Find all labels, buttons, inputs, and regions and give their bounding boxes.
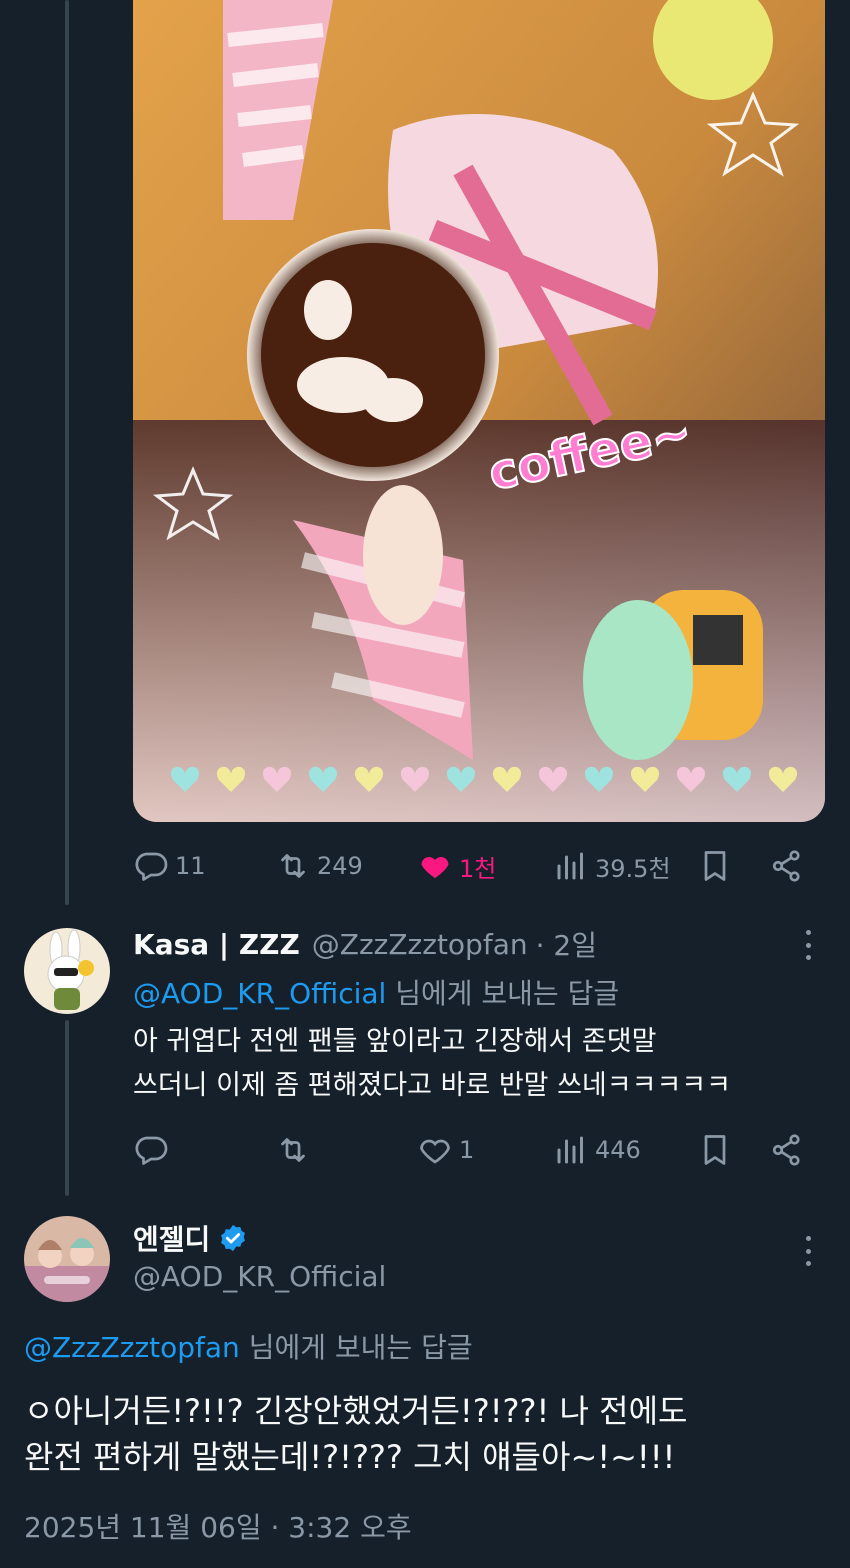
main-author-name-row: 엔젤디: [133, 1218, 248, 1258]
reply-count: 11: [175, 852, 206, 880]
views-chart-icon: [557, 852, 583, 880]
reply-text-line: 쓰더니 이제 좀 편해졌다고 바로 반말 쓰네ㅋㅋㅋㅋㅋ: [133, 1070, 731, 1101]
anime-coffee-illustration: coffee~: [133, 0, 825, 822]
tweet-timestamp[interactable]: 2025년 11월 06일 · 3:32 오후: [24, 1506, 412, 1546]
verified-badge-icon: [221, 1224, 246, 1252]
view-count: 446: [595, 1136, 641, 1164]
heart-filled-icon: [421, 857, 449, 878]
reply-author-avatar[interactable]: [24, 928, 110, 1014]
reply-author-handle[interactable]: @ZzzZzztopfan: [312, 928, 528, 961]
main-tweet-text: ㅇ아니거든!?!!? 긴장안했었거든!?!??! 나 전에도 완전 편하게 말했…: [24, 1388, 687, 1480]
heart-outline-icon: [420, 1139, 450, 1164]
bookmark-icon: [704, 851, 726, 881]
main-author-avatar[interactable]: [24, 1216, 110, 1302]
reply-to-suffix: 님에게 보내는 답글: [248, 1331, 473, 1364]
like-button[interactable]: 1천: [417, 836, 496, 896]
view-count: 39.5천: [595, 854, 671, 883]
reply-author-name[interactable]: Kasa | ZZZ: [133, 928, 300, 961]
reply-to-mention-link[interactable]: @AOD_KR_Official: [133, 977, 386, 1010]
views-button[interactable]: 446: [553, 1120, 641, 1180]
bookmark-button[interactable]: [697, 1120, 733, 1180]
more-options-icon[interactable]: [802, 1236, 814, 1266]
reply-icon: [135, 1136, 168, 1165]
thread-connector-line: [65, 1020, 69, 1196]
reply-button[interactable]: [133, 1120, 175, 1180]
main-author-handle[interactable]: @AOD_KR_Official: [133, 1260, 386, 1293]
reply-text-line: 아 귀엽다 전엔 팬들 앞이라고 긴장해서 존댓말: [133, 1026, 657, 1057]
retweet-count: 249: [317, 852, 363, 880]
thread-connector-line: [65, 0, 69, 905]
reply-tweet-text: 아 귀엽다 전엔 팬들 앞이라고 긴장해서 존댓말 쓰더니 이제 좀 편해졌다고…: [133, 1020, 731, 1108]
bookmark-button[interactable]: [697, 836, 733, 896]
retweet-button[interactable]: 249: [275, 836, 363, 896]
reply-button[interactable]: 11: [133, 836, 206, 896]
retweet-icon: [281, 1138, 305, 1162]
like-button[interactable]: 1: [417, 1120, 474, 1180]
bunny-avatar-image: [24, 928, 110, 1014]
bookmark-icon: [704, 1135, 726, 1165]
views-button[interactable]: 39.5천: [553, 836, 671, 896]
original-tweet-action-bar: 11 249 1천 39.5천: [133, 836, 823, 896]
reply-tweet-action-bar: 1 446: [133, 1120, 823, 1180]
retweet-icon: [281, 854, 305, 878]
main-author-handle-row: @AOD_KR_Official: [133, 1260, 386, 1293]
views-chart-icon: [557, 1136, 583, 1164]
share-icon: [772, 850, 800, 882]
reply-to-line: @AOD_KR_Official 님에게 보내는 답글: [133, 972, 619, 1012]
reply-author-row: Kasa | ZZZ @ZzzZzztopfan · 2일: [133, 924, 597, 964]
like-count: 1: [459, 1136, 475, 1164]
like-count: 1천: [459, 854, 497, 883]
retweet-button[interactable]: [275, 1120, 317, 1180]
tweet-image[interactable]: coffee~: [133, 0, 825, 822]
share-icon: [772, 1134, 800, 1166]
reply-time[interactable]: · 2일: [536, 924, 597, 964]
more-options-icon[interactable]: [802, 930, 814, 960]
tweet-thread: coffee~ 11 249 1천 39.5천 Kasa | ZZZ @ZzzZ…: [0, 0, 850, 1568]
share-button[interactable]: [769, 1120, 805, 1180]
main-text-line: 완전 편하게 말했는데!?!??? 그치 얘들아~!~!!!: [24, 1438, 676, 1476]
reply-to-suffix: 님에게 보내는 답글: [395, 977, 620, 1010]
reply-to-mention-link[interactable]: @ZzzZzztopfan: [24, 1331, 240, 1364]
reply-to-line: @ZzzZzztopfan 님에게 보내는 답글: [24, 1326, 473, 1366]
main-author-name[interactable]: 엔젤디: [133, 1218, 210, 1258]
reply-icon: [135, 852, 168, 881]
main-text-line: ㅇ아니거든!?!!? 긴장안했었거든!?!??! 나 전에도: [24, 1392, 688, 1430]
group-avatar-image: [24, 1216, 110, 1302]
share-button[interactable]: [769, 836, 805, 896]
